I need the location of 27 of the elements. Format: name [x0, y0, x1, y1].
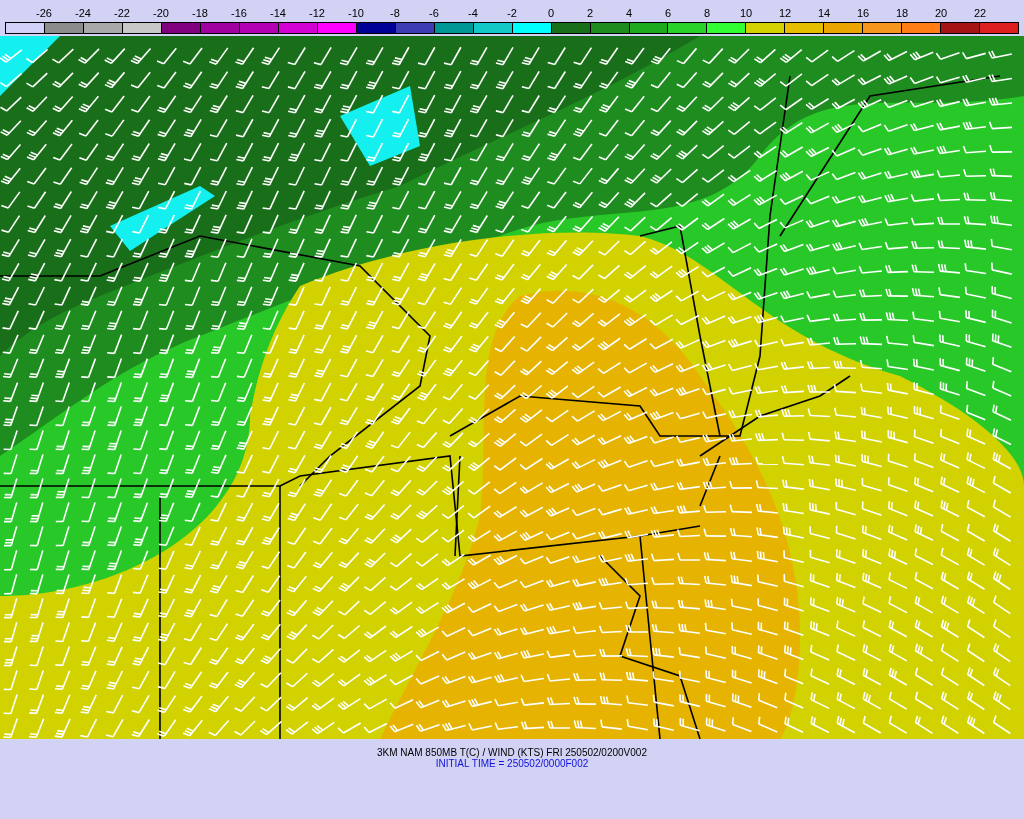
- scale-label: -8: [389, 7, 401, 19]
- scale-label: 0: [546, 7, 556, 19]
- scale-label: 4: [624, 7, 634, 19]
- initial-time-label: INITIAL TIME = 250502/0000F002: [435, 758, 589, 769]
- scale-label: 20: [933, 7, 949, 19]
- scale-label: -26: [35, 7, 53, 19]
- scale-label: 18: [894, 7, 910, 19]
- scale-label: 14: [816, 7, 832, 19]
- scale-label: -24: [74, 7, 92, 19]
- chart-title: 3KM NAM 850MB T(C) / WIND (KTS) FRI 250502/0200V002: [377, 747, 647, 758]
- scale-label: -14: [269, 7, 287, 19]
- scale-label: -12: [308, 7, 326, 19]
- scale-label: -4: [467, 7, 479, 19]
- scale-label: 2: [585, 7, 595, 19]
- scale-label: 22: [972, 7, 988, 19]
- scale-label: 10: [738, 7, 754, 19]
- scale-label: 8: [702, 7, 712, 19]
- scale-label: -10: [347, 7, 365, 19]
- scale-label: 12: [777, 7, 793, 19]
- scale-label: 6: [663, 7, 673, 19]
- scale-label: -16: [230, 7, 248, 19]
- scale-label: 16: [855, 7, 871, 19]
- scale-label: -2: [506, 7, 518, 19]
- scale-label: -20: [152, 7, 170, 19]
- scale-label: -18: [191, 7, 209, 19]
- scale-label: -22: [113, 7, 131, 19]
- scale-label: -6: [428, 7, 440, 19]
